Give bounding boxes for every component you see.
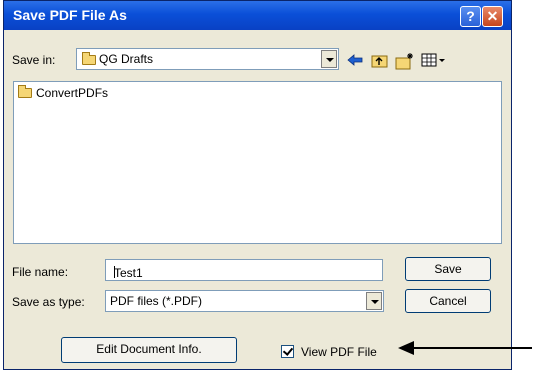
- save-pdf-dialog: Save PDF File As ? ✕ Save in: QG Drafts …: [3, 0, 512, 370]
- save-button-label: Save: [434, 262, 462, 276]
- folder-icon: [82, 52, 96, 65]
- text-caret: [114, 266, 115, 278]
- cancel-button-label: Cancel: [429, 294, 467, 308]
- save-as-type-dropdown[interactable]: PDF files (*.PDF): [105, 290, 384, 312]
- up-folder-icon[interactable]: [371, 52, 389, 70]
- file-name-field[interactable]: Test1: [105, 259, 383, 281]
- save-in-value: QG Drafts: [99, 52, 154, 66]
- view-pdf-label: View PDF File: [301, 345, 377, 359]
- folder-icon: [18, 85, 32, 98]
- save-as-type-value: PDF files (*.PDF): [110, 294, 203, 308]
- close-button[interactable]: ✕: [482, 6, 503, 27]
- file-name-value: Test1: [114, 266, 143, 280]
- file-list[interactable]: ConvertPDFs: [13, 81, 502, 244]
- save-as-type-label: Save as type:: [12, 295, 85, 309]
- save-in-label: Save in:: [12, 53, 56, 67]
- save-in-dropdown[interactable]: QG Drafts: [76, 48, 339, 70]
- back-icon[interactable]: [346, 52, 364, 70]
- file-name-label: File name:: [12, 265, 69, 279]
- save-button[interactable]: Save: [405, 257, 491, 281]
- chevron-down-icon[interactable]: [321, 50, 337, 68]
- title-bar[interactable]: Save PDF File As ? ✕: [4, 1, 511, 30]
- view-pdf-checkbox[interactable]: [281, 345, 294, 358]
- cancel-button[interactable]: Cancel: [405, 289, 491, 313]
- help-button[interactable]: ?: [460, 6, 481, 27]
- file-item-name: ConvertPDFs: [36, 86, 109, 100]
- dialog-title: Save PDF File As: [13, 7, 127, 23]
- edit-document-info-button[interactable]: Edit Document Info.: [61, 337, 237, 363]
- arrow-line: [410, 347, 532, 349]
- chevron-down-icon[interactable]: [366, 292, 382, 310]
- view-menu-icon[interactable]: [421, 52, 447, 70]
- new-folder-icon[interactable]: [395, 52, 413, 70]
- edit-document-info-label: Edit Document Info.: [96, 342, 202, 356]
